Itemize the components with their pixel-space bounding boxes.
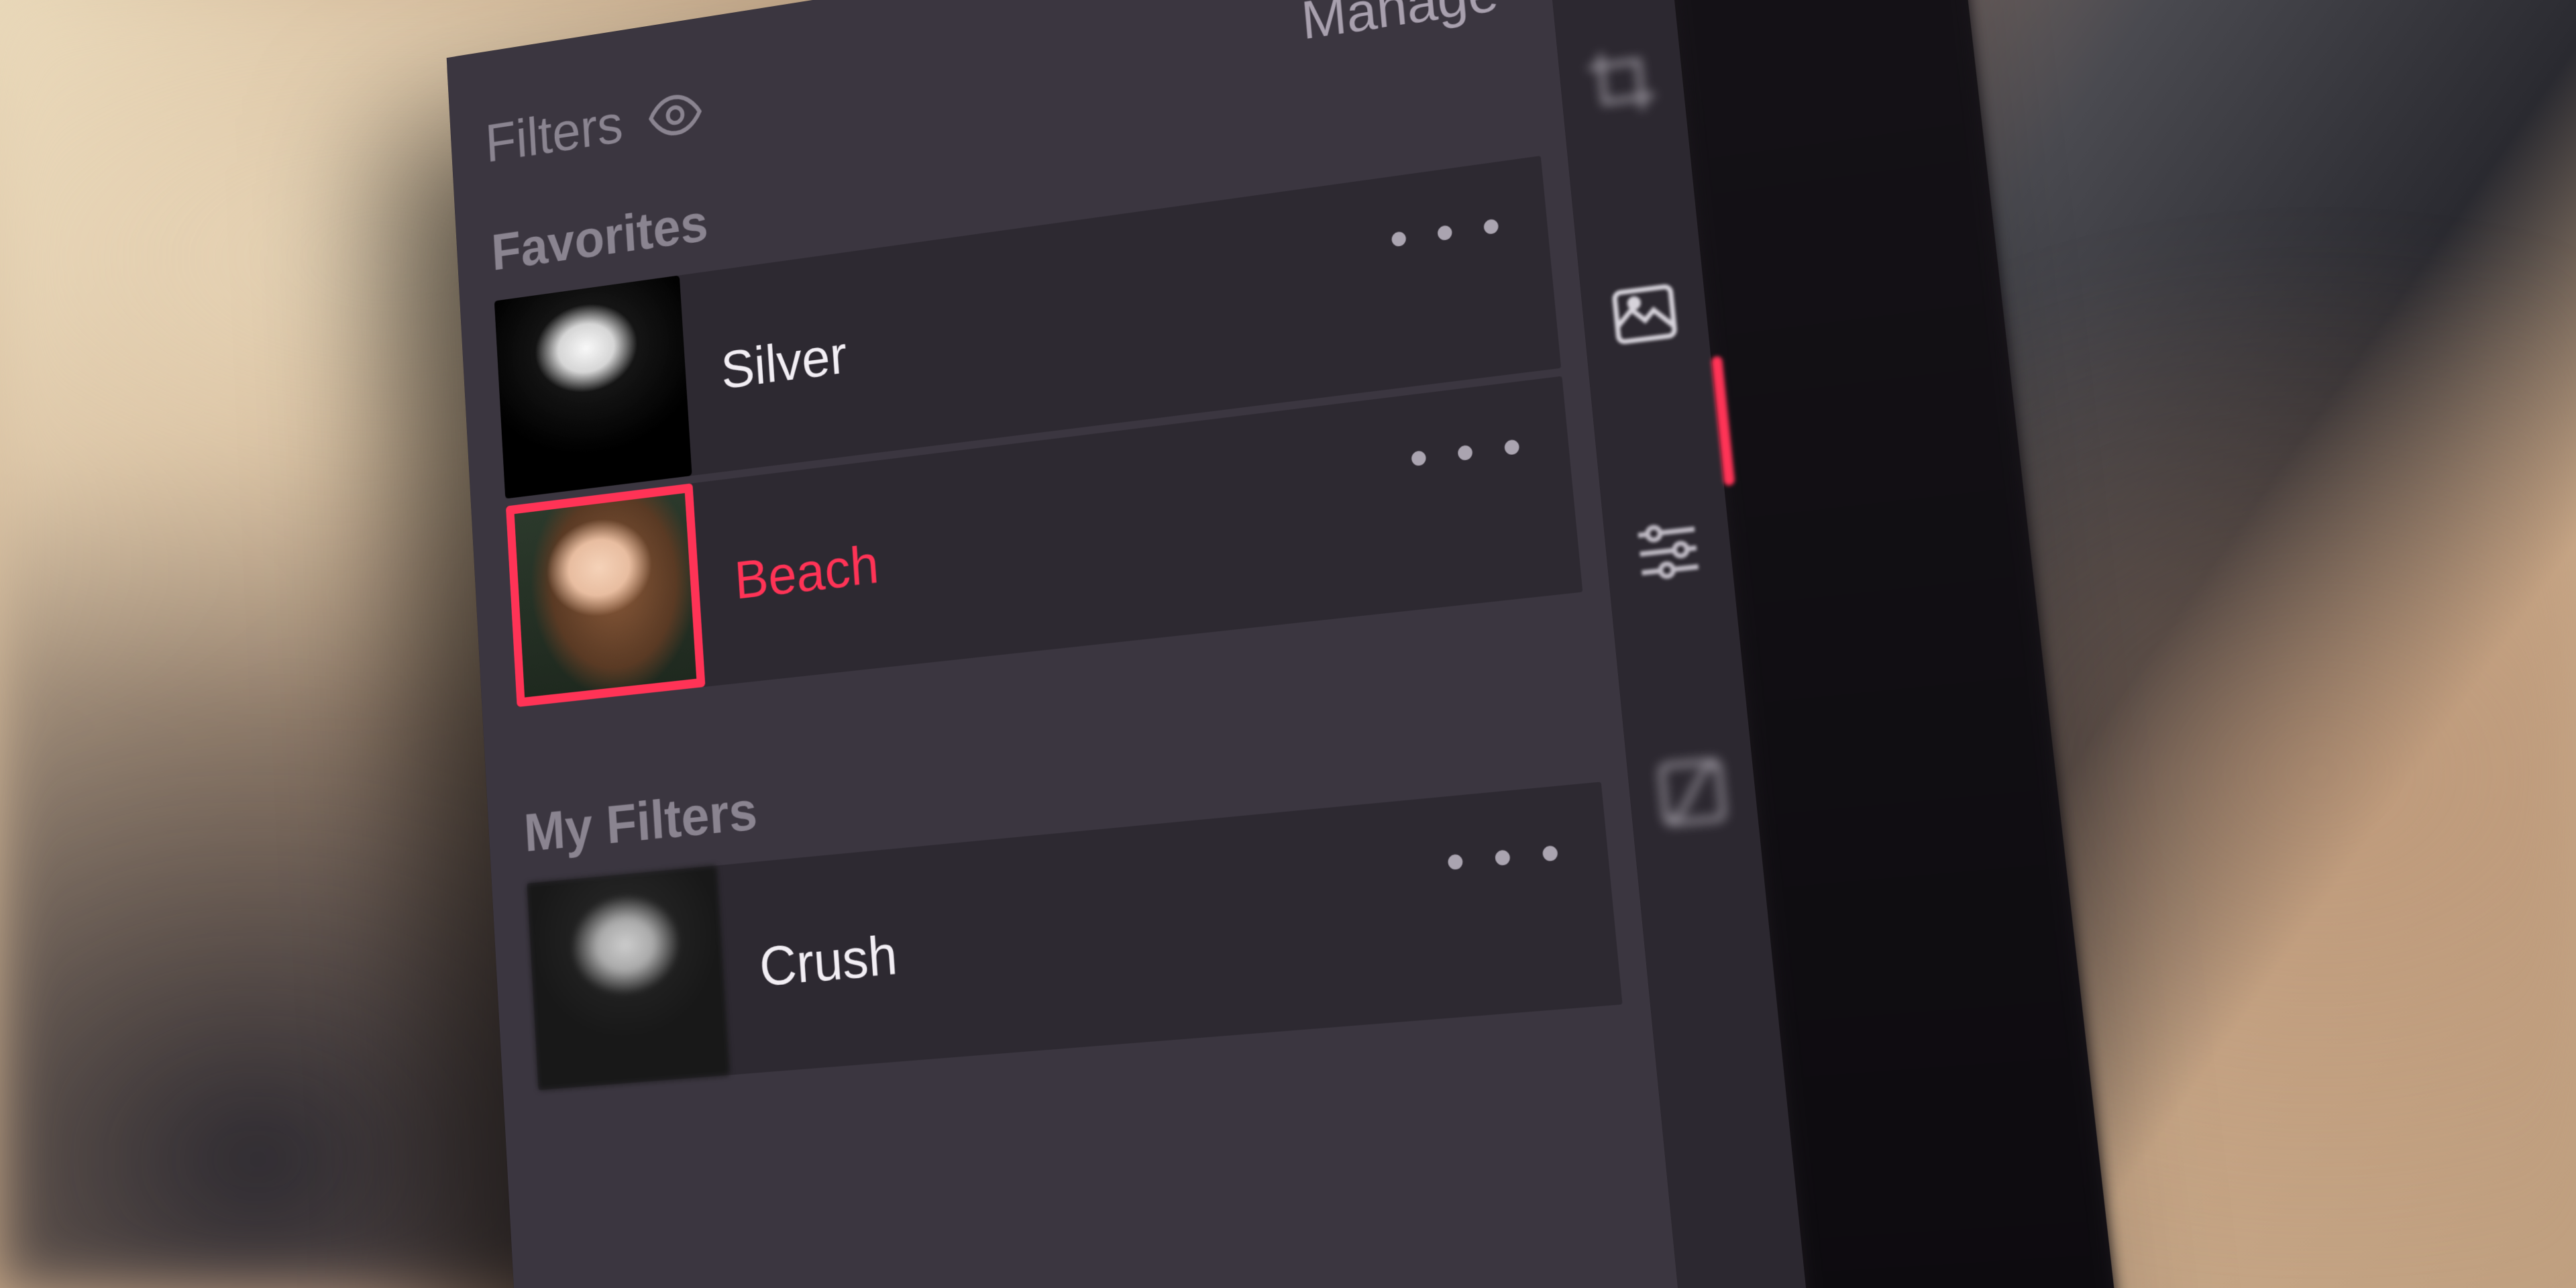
more-options-icon[interactable]: • • • (1407, 415, 1531, 490)
filter-label: Beach (733, 533, 881, 611)
adjust-sliders-icon[interactable] (1627, 509, 1709, 592)
device-frame: Filters Manage Favorites Silver • • • (447, 0, 2140, 1288)
filter-thumbnail (527, 865, 730, 1090)
manage-button[interactable]: Manage (1299, 0, 1501, 52)
curves-icon[interactable] (1650, 750, 1734, 834)
filters-panel: Filters Manage Favorites Silver • • • (447, 0, 1702, 1288)
filter-thumbnail (506, 483, 706, 707)
filter-thumbnail (494, 275, 692, 498)
filter-label: Crush (757, 922, 899, 998)
panel-title: Filters (484, 92, 625, 174)
visibility-eye-icon[interactable] (644, 80, 706, 150)
crop-icon[interactable] (1581, 40, 1662, 123)
filter-label: Silver (719, 323, 849, 401)
more-options-icon[interactable]: • • • (1387, 194, 1510, 270)
more-options-icon[interactable]: • • • (1443, 820, 1569, 895)
filters-icon[interactable] (1604, 272, 1686, 356)
